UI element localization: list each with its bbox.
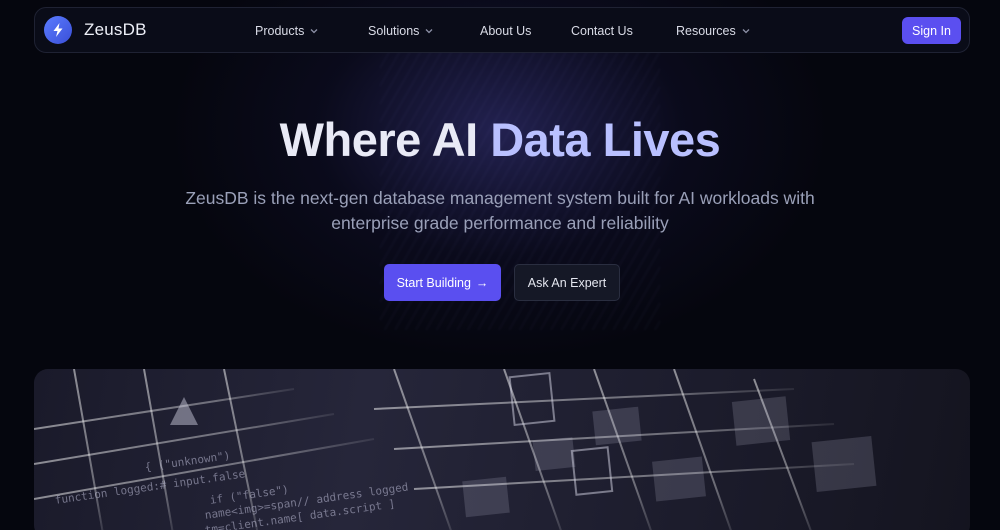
nav-item-products[interactable]: Products xyxy=(255,24,319,38)
nav-item-solutions[interactable]: Solutions xyxy=(368,24,434,38)
arrow-right-icon: → xyxy=(475,275,489,290)
hero-title: Where AI Data Lives xyxy=(0,112,1000,167)
chevron-down-icon xyxy=(425,29,433,34)
hero-title-part1: Where AI xyxy=(279,113,491,166)
nav-item-label: Products xyxy=(255,24,305,38)
chevron-down-icon xyxy=(310,29,318,34)
nav-item-resources[interactable]: Resources xyxy=(676,24,751,38)
brand-name[interactable]: ZeusDB xyxy=(84,20,147,40)
start-building-button[interactable]: Start Building → xyxy=(384,264,501,301)
page: ZeusDB Products Solutions About Us Conta… xyxy=(0,0,1000,530)
hero-title-accent: Data Lives xyxy=(490,113,721,166)
lightning-bolt-icon[interactable] xyxy=(44,16,72,44)
nav-item-contact-us[interactable]: Contact Us xyxy=(571,24,633,38)
nav-item-about-us[interactable]: About Us xyxy=(480,24,531,38)
ask-an-expert-button[interactable]: Ask An Expert xyxy=(514,264,620,301)
nav-item-label: Resources xyxy=(676,24,736,38)
start-building-label: Start Building xyxy=(396,275,471,290)
nav-item-label: Solutions xyxy=(368,24,420,38)
hero-image: { ("unknown") function logged:# input.fa… xyxy=(34,369,970,530)
hero-subtitle: ZeusDB is the next-gen database manageme… xyxy=(185,188,815,233)
nav-item-label: About Us xyxy=(480,24,532,38)
data-grid-graphic xyxy=(34,369,877,530)
chevron-down-icon xyxy=(742,29,750,34)
nav-item-label: Contact Us xyxy=(571,24,633,38)
sign-in-button[interactable]: Sign In xyxy=(902,17,961,44)
top-navbar: ZeusDB Products Solutions About Us Conta… xyxy=(34,7,970,53)
